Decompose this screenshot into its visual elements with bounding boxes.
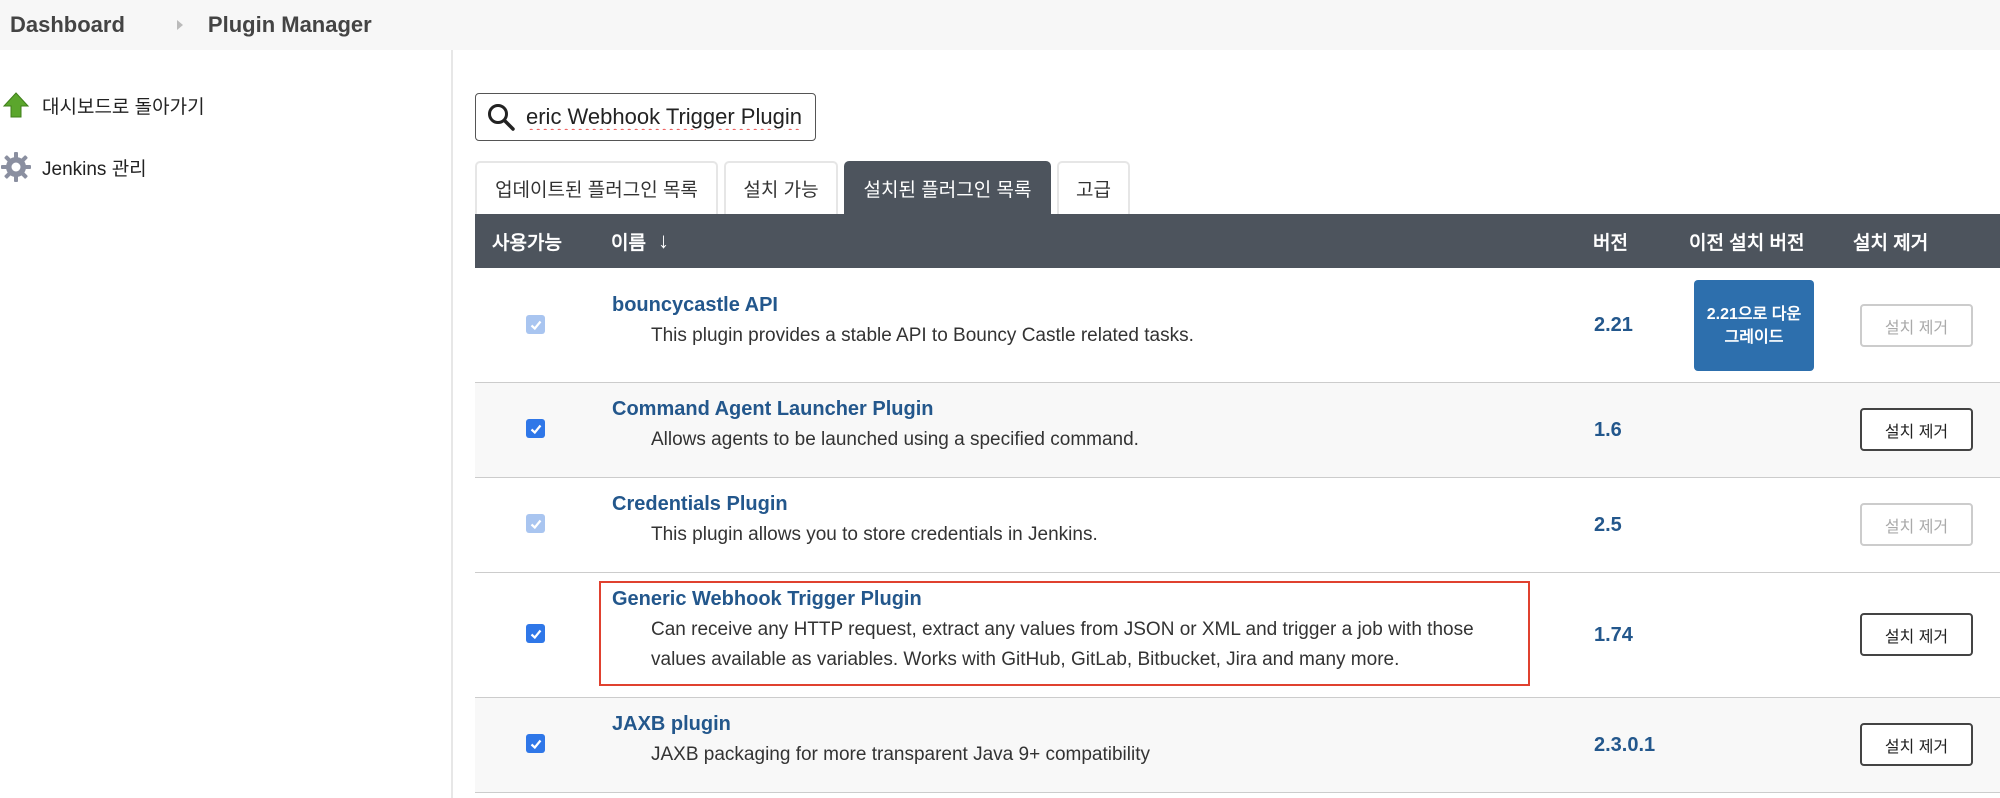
column-header-version[interactable]: 버전 <box>1593 214 1628 268</box>
search-input[interactable] <box>526 104 811 130</box>
column-header-name-label: 이름 <box>611 232 646 254</box>
breadcrumb-separator-icon <box>176 20 183 30</box>
plugin-version[interactable]: 1.6 <box>1594 419 1622 442</box>
sidebar-item-back-to-dashboard[interactable]: 대시보드로 돌아가기 <box>0 85 205 125</box>
plugin-description: This plugin allows you to store credenti… <box>651 524 1098 545</box>
sidebar: 대시보드로 돌아가기 Jenkins 관리 <box>0 50 453 798</box>
plugin-name-link[interactable]: bouncycastle API <box>612 294 778 317</box>
up-arrow-icon <box>0 89 32 121</box>
enabled-checkbox[interactable] <box>526 734 545 753</box>
tab-installed[interactable]: 설치된 플러그인 목록 <box>844 161 1051 214</box>
enabled-checkbox[interactable] <box>526 419 545 438</box>
uninstall-button[interactable]: 설치 제거 <box>1860 503 1973 546</box>
breadcrumb-plugin-manager[interactable]: Plugin Manager <box>208 12 372 38</box>
plugin-name-link[interactable]: JAXB plugin <box>612 713 731 736</box>
plugin-search-box[interactable] <box>475 93 816 141</box>
gear-icon <box>0 151 32 183</box>
plugin-tabs: 업데이트된 플러그인 목록 설치 가능 설치된 플러그인 목록 고급 <box>475 161 1136 214</box>
downgrade-button[interactable]: 2.21으로 다운그레이드 <box>1694 280 1814 371</box>
breadcrumb-dashboard[interactable]: Dashboard <box>10 12 125 38</box>
plugin-description: Allows agents to be launched using a spe… <box>651 429 1139 450</box>
column-header-previous-version[interactable]: 이전 설치 버전 <box>1689 214 1804 268</box>
plugin-description: This plugin provides a stable API to Bou… <box>651 325 1194 346</box>
column-header-enabled[interactable]: 사용가능 <box>492 214 562 268</box>
installed-plugins-table: 사용가능 이름 ↓ 버전 이전 설치 버전 설치 제거 bouncycastle… <box>475 214 2000 793</box>
tab-available[interactable]: 설치 가능 <box>724 161 838 214</box>
enabled-checkbox[interactable] <box>526 514 545 533</box>
plugin-version[interactable]: 2.21 <box>1594 314 1633 337</box>
uninstall-button[interactable]: 설치 제거 <box>1860 613 1973 656</box>
table-row: bouncycastle API This plugin provides a … <box>475 268 2000 383</box>
uninstall-button[interactable]: 설치 제거 <box>1860 723 1973 766</box>
plugin-version[interactable]: 2.5 <box>1594 514 1622 537</box>
plugin-description: JAXB packaging for more transparent Java… <box>651 744 1151 765</box>
breadcrumb: Dashboard Plugin Manager <box>0 0 2000 50</box>
sort-arrow-icon: ↓ <box>657 228 669 253</box>
uninstall-button[interactable]: 설치 제거 <box>1860 408 1973 451</box>
table-row: JAXB plugin JAXB packaging for more tran… <box>475 698 2000 793</box>
uninstall-button[interactable]: 설치 제거 <box>1860 304 1973 347</box>
sidebar-item-label: Jenkins 관리 <box>42 158 147 180</box>
plugin-description-line: Can receive any HTTP request, extract an… <box>651 619 1474 640</box>
plugin-name-link[interactable]: Generic Webhook Trigger Plugin <box>612 588 922 611</box>
search-icon <box>486 102 516 132</box>
table-row: Command Agent Launcher Plugin Allows age… <box>475 383 2000 478</box>
plugin-version[interactable]: 2.3.0.1 <box>1594 734 1655 757</box>
tab-advanced[interactable]: 고급 <box>1057 161 1130 214</box>
sidebar-item-label: 대시보드로 돌아가기 <box>42 96 205 118</box>
table-row: Generic Webhook Trigger Plugin Can recei… <box>475 573 2000 698</box>
column-header-uninstall[interactable]: 설치 제거 <box>1853 214 1928 268</box>
enabled-checkbox[interactable] <box>526 315 545 334</box>
column-header-name[interactable]: 이름 ↓ <box>611 214 669 268</box>
plugin-description-line: values available as variables. Works wit… <box>651 649 1400 670</box>
plugin-name-link[interactable]: Credentials Plugin <box>612 493 788 516</box>
sidebar-item-manage-jenkins[interactable]: Jenkins 관리 <box>0 147 147 187</box>
table-row: Credentials Plugin This plugin allows yo… <box>475 478 2000 573</box>
plugin-name-link[interactable]: Command Agent Launcher Plugin <box>612 398 934 421</box>
enabled-checkbox[interactable] <box>526 624 545 643</box>
plugin-description: Can receive any HTTP request, extract an… <box>651 615 1541 675</box>
table-header: 사용가능 이름 ↓ 버전 이전 설치 버전 설치 제거 <box>475 214 2000 268</box>
tab-updates[interactable]: 업데이트된 플러그인 목록 <box>475 161 718 214</box>
plugin-version[interactable]: 1.74 <box>1594 624 1633 647</box>
